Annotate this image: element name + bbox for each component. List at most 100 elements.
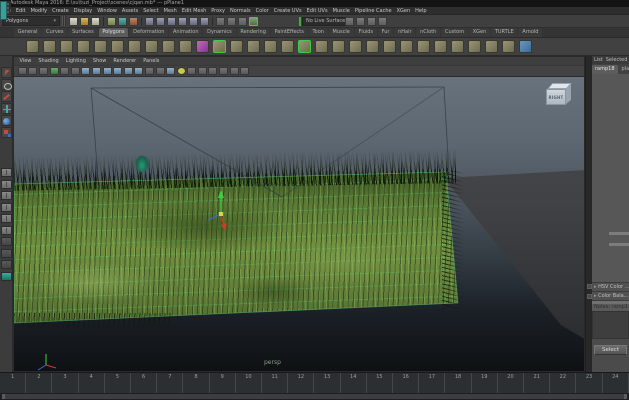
poly-cube-icon[interactable] (43, 40, 56, 53)
outliner-layout-icon[interactable] (1, 272, 12, 281)
frame-1[interactable]: 1 (0, 373, 26, 393)
shelf-tab-deformation[interactable]: Deformation (129, 28, 168, 37)
resolution-gate-icon[interactable] (92, 67, 101, 75)
menuset-dropdown[interactable]: Polygons ▾ (2, 16, 60, 26)
construction-history-icon[interactable] (238, 17, 247, 26)
snap-to-point-icon[interactable] (167, 17, 176, 26)
panel-menu-renderer[interactable]: Renderer (110, 57, 140, 65)
ao-icon[interactable] (198, 67, 207, 75)
uv-editor-layout-icon[interactable] (1, 260, 12, 269)
render-view-layout-icon[interactable] (1, 249, 12, 258)
frame-6[interactable]: 6 (131, 373, 157, 393)
shelf-tab-general[interactable]: General (14, 28, 41, 37)
shelf-tab-polygons[interactable]: Polygons (99, 28, 129, 37)
paint-select-tool-icon[interactable] (1, 91, 12, 102)
divider[interactable] (103, 17, 104, 26)
frame-13[interactable]: 13 (314, 373, 340, 393)
menu-window[interactable]: Window (95, 7, 120, 15)
frame-14[interactable]: 14 (341, 373, 367, 393)
menu-normals[interactable]: Normals (227, 7, 253, 15)
shelf-tab-dynamics[interactable]: Dynamics (203, 28, 235, 37)
scale-tool-icon[interactable] (1, 127, 12, 138)
menu-display[interactable]: Display (71, 7, 94, 15)
frame-16[interactable]: 16 (393, 373, 419, 393)
menu-select[interactable]: Select (141, 7, 161, 15)
frame-17[interactable]: 17 (419, 373, 445, 393)
menu-proxy[interactable]: Proxy (209, 7, 228, 15)
range-slider-bar[interactable] (2, 394, 627, 399)
divider[interactable] (212, 17, 213, 26)
poly-pyramid-icon[interactable] (145, 40, 158, 53)
frame-12[interactable]: 12 (288, 373, 314, 393)
bookmark-icon[interactable] (50, 67, 59, 75)
separate-icon[interactable] (315, 40, 328, 53)
input-connections-icon[interactable] (216, 17, 225, 26)
ae-tab-pla[interactable]: pla (619, 65, 629, 74)
image-plane-icon[interactable] (60, 67, 69, 75)
snap-to-view-plane-icon[interactable] (189, 17, 198, 26)
save-scene-icon[interactable] (91, 17, 100, 26)
hypergraph-layout-icon[interactable] (1, 237, 12, 246)
safe-title-icon[interactable] (134, 67, 143, 75)
frame-21[interactable]: 21 (524, 373, 550, 393)
frame-4[interactable]: 4 (79, 373, 105, 393)
poly-platonic-icon[interactable] (196, 40, 209, 53)
frame-7[interactable]: 7 (157, 373, 183, 393)
frame-5[interactable]: 5 (105, 373, 131, 393)
grid-icon[interactable] (71, 67, 80, 75)
rotate-tool-icon[interactable] (1, 115, 12, 126)
snap-to-curve-icon[interactable] (156, 17, 165, 26)
select-button[interactable]: Select (594, 345, 627, 355)
mirror-icon[interactable] (264, 40, 277, 53)
fill-mode-icon[interactable] (145, 67, 154, 75)
symmetry-icon[interactable] (345, 17, 354, 26)
open-render-view-icon[interactable] (356, 17, 365, 26)
menu-pipeline-cache[interactable]: Pipeline Cache (352, 7, 394, 15)
color-balance-section[interactable]: Color Bala... (592, 291, 629, 300)
xray-icon[interactable] (240, 67, 249, 75)
boolean-intersect-icon[interactable] (502, 40, 515, 53)
shelf-tab-curves[interactable]: Curves (42, 28, 67, 37)
boolean-difference-icon[interactable] (485, 40, 498, 53)
ae-tab-ramp18[interactable]: ramp18 (592, 65, 618, 74)
snap-to-projected-center-icon[interactable] (178, 17, 187, 26)
four-pane-layout-icon[interactable] (1, 203, 12, 212)
select-by-component-icon[interactable] (129, 17, 138, 26)
move-tool-icon[interactable] (1, 103, 12, 114)
shelf-tab-custom[interactable]: Custom (441, 28, 468, 37)
motion-blur-icon[interactable] (208, 67, 217, 75)
view-cube-front-face[interactable]: RIGHT (546, 89, 566, 105)
camera-attributes-icon[interactable] (39, 67, 48, 75)
multisample-icon[interactable] (219, 67, 228, 75)
poly-sphere-icon[interactable] (26, 40, 39, 53)
range-slider[interactable] (0, 393, 629, 400)
menu-edit-mesh[interactable]: Edit Mesh (179, 7, 208, 15)
shelf-tab-fluids[interactable]: Fluids (355, 28, 377, 37)
combine-icon[interactable] (281, 40, 294, 53)
menu-mesh[interactable]: Mesh (161, 7, 179, 15)
textured-mode-icon[interactable] (166, 67, 175, 75)
gate-mask-icon[interactable] (103, 67, 112, 75)
frame-19[interactable]: 19 (472, 373, 498, 393)
component-editor-layout-icon[interactable] (1, 226, 12, 235)
safe-action-icon[interactable] (124, 67, 133, 75)
menu-create[interactable]: Create (50, 7, 72, 15)
offset-edge-loop-icon[interactable] (349, 40, 362, 53)
smooth-icon[interactable] (417, 40, 430, 53)
open-scene-icon[interactable] (80, 17, 89, 26)
toolbar-grip[interactable] (62, 16, 66, 26)
panel-menu-show[interactable]: Show (89, 57, 110, 65)
shelf-tab-muscle[interactable]: Muscle (329, 28, 354, 37)
panel-menu-view[interactable]: View (16, 57, 35, 65)
frame-2[interactable]: 2 (26, 373, 52, 393)
triangulate-icon[interactable] (451, 40, 464, 53)
select-by-hierarchy-icon[interactable] (107, 17, 116, 26)
view-cube[interactable]: RIGHT (546, 83, 572, 111)
output-connections-icon[interactable] (227, 17, 236, 26)
select-tool-icon[interactable] (1, 67, 12, 78)
shelf-tab-painteffects[interactable]: PaintEffects (271, 28, 308, 37)
range-end-handle[interactable] (624, 394, 627, 399)
multi-cut-icon[interactable] (298, 40, 311, 53)
render-current-frame-icon[interactable] (367, 17, 376, 26)
menu-color[interactable]: Color (253, 7, 271, 15)
